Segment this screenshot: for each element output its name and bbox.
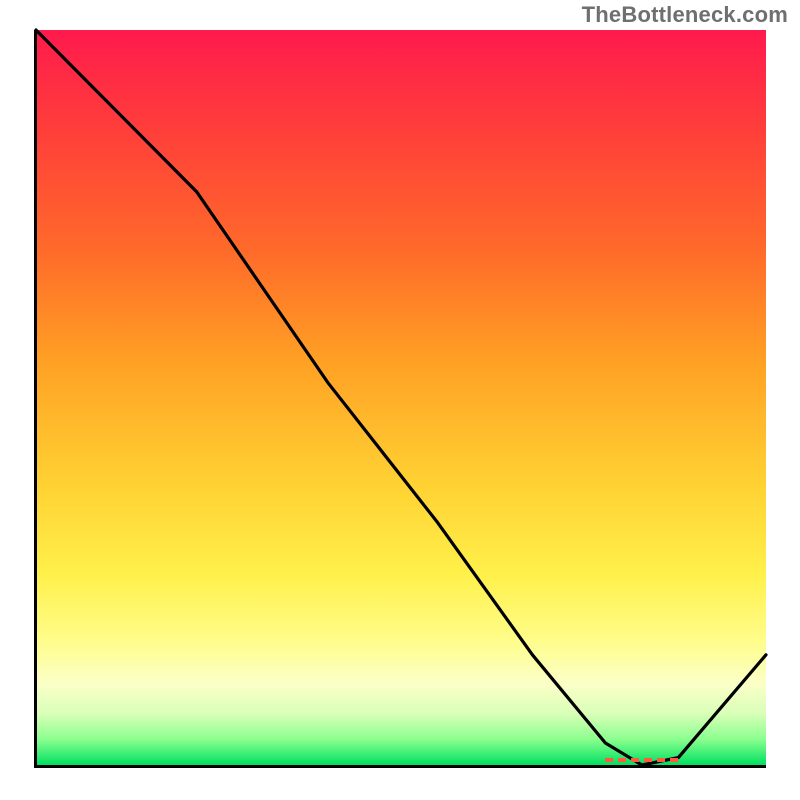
bottleneck-curve [36,30,766,765]
x-axis [36,765,766,768]
chart-plot-area [36,30,766,765]
y-axis [34,30,37,768]
watermark-text: TheBottleneck.com [582,2,788,28]
